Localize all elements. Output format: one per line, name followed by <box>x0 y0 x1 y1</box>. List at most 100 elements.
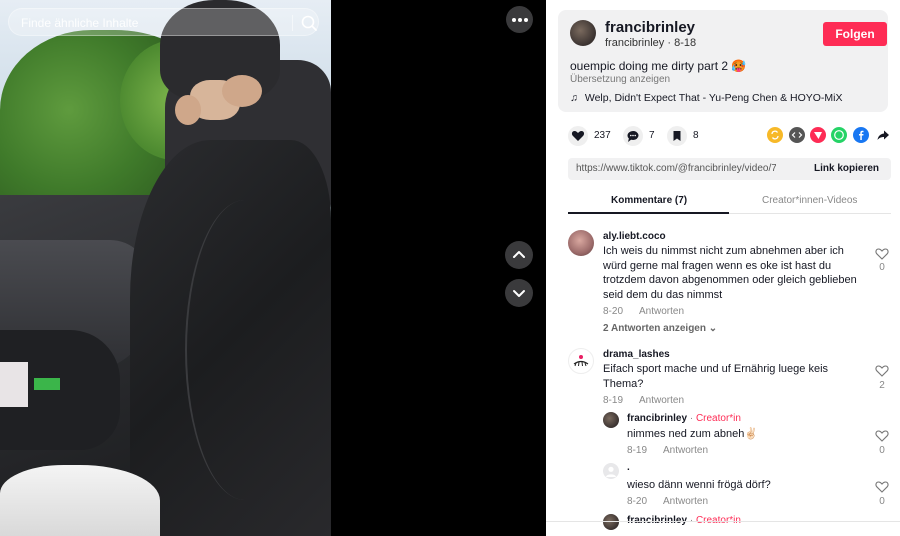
send-share-button[interactable] <box>810 127 826 143</box>
comment-icon <box>627 131 639 142</box>
lashes-logo-icon <box>573 355 589 367</box>
music-note-icon: ♫ <box>570 92 578 104</box>
comment-date: 8-19 <box>603 395 624 406</box>
save-count: 8 <box>693 130 699 141</box>
search-bar[interactable] <box>8 8 319 36</box>
more-options-button[interactable] <box>506 6 533 33</box>
video-player[interactable] <box>0 0 331 536</box>
chevron-down-icon: ⌄ <box>708 323 718 334</box>
reply-avatar[interactable] <box>603 514 619 530</box>
reply-username[interactable]: francibrinley <box>627 413 687 424</box>
translate-link[interactable]: Übersetzung anzeigen <box>570 74 670 85</box>
reply-date: 8-19 <box>627 445 648 456</box>
repost-share-button[interactable] <box>767 127 783 143</box>
author-avatar[interactable] <box>570 20 596 46</box>
reply-date: 8-20 <box>627 496 648 507</box>
video-frame-paper <box>0 362 28 407</box>
video-frame-hand <box>222 75 262 107</box>
more-dot <box>518 18 522 22</box>
comment-input-divider <box>546 521 900 522</box>
send-icon <box>810 127 826 143</box>
comment-like-icon[interactable] <box>875 364 889 377</box>
commenter-avatar[interactable] <box>568 348 594 374</box>
reply-like-icon[interactable] <box>875 429 889 442</box>
comment-text-line: seid dem du das nimmst <box>603 288 723 301</box>
share-link-url[interactable]: https://www.tiktok.com/@francibrinley/vi… <box>576 163 776 174</box>
heart-icon <box>571 131 585 141</box>
active-tab-indicator <box>568 212 729 214</box>
copy-link-button[interactable]: Link kopieren <box>814 163 879 174</box>
reply-button[interactable]: Antworten <box>663 496 708 507</box>
music-link[interactable]: ♫ Welp, Didn't Expect That - Yu-Peng Chen… <box>570 92 843 104</box>
reply-button[interactable]: Antworten <box>663 445 708 456</box>
repost-icon <box>767 127 783 143</box>
facebook-icon <box>853 127 869 143</box>
comment-username[interactable]: aly.liebt.coco <box>603 231 666 242</box>
reply-text: wieso dänn wenni frögä dörf? <box>627 479 771 491</box>
music-title: Welp, Didn't Expect That - Yu-Peng Chen … <box>584 92 843 104</box>
comment-date: 8-20 <box>603 306 624 317</box>
tab-comments[interactable]: Kommentare (7) <box>611 195 687 206</box>
reply-like-count: 0 <box>879 496 885 507</box>
reply-username[interactable]: . <box>627 462 630 473</box>
embed-icon <box>789 127 805 143</box>
search-icon[interactable] <box>299 13 319 33</box>
reply-avatar[interactable] <box>603 412 619 428</box>
more-dot <box>512 18 516 22</box>
whatsapp-share-button[interactable] <box>831 127 847 143</box>
save-circle <box>667 126 687 146</box>
reply-separator: · <box>689 413 694 424</box>
reply-button[interactable]: Antworten <box>639 306 684 317</box>
previous-video-button[interactable] <box>505 241 533 269</box>
reply-avatar[interactable] <box>603 463 619 479</box>
video-frame-bag <box>0 465 160 536</box>
like-circle <box>568 126 588 146</box>
reply-like-icon[interactable] <box>875 480 889 493</box>
bookmark-icon <box>673 131 681 141</box>
follow-button[interactable]: Folgen <box>823 22 887 46</box>
comment-text-line: trotzdem davon abgenommen oder gleich ge… <box>603 274 857 286</box>
author-name[interactable]: francibrinley <box>605 19 695 36</box>
view-replies-label: 2 Antworten anzeigen <box>603 323 706 334</box>
comment-text: Ich weis du nimmst nicht zum abnehmen ab… <box>603 244 857 302</box>
embed-share-button[interactable] <box>789 127 805 143</box>
search-input[interactable] <box>21 14 281 32</box>
chevron-up-icon <box>513 251 525 258</box>
comment-text-line: Thema? <box>603 377 644 390</box>
reply-text: nimmes ned zum abneh✌🏻 <box>627 428 759 440</box>
video-frame-seat-seam <box>185 200 305 500</box>
tab-creator-videos[interactable]: Creator*innen-Videos <box>762 195 857 206</box>
post-date: 8-18 <box>674 37 697 49</box>
reply-button[interactable]: Antworten <box>639 395 684 406</box>
reply-meta: 8-19 Antworten <box>627 445 708 456</box>
creator-badge: Creator*in <box>695 413 741 424</box>
post-info-card: francibrinley francibrinley · 8-18 Folge… <box>558 10 888 112</box>
comment-username[interactable]: drama_lashes <box>603 349 670 360</box>
search-divider <box>292 15 293 31</box>
comment-text-line: Ich weis du nimmst nicht zum abnehmen ab… <box>603 245 844 257</box>
share-link-box: https://www.tiktok.com/@francibrinley/vi… <box>568 158 891 180</box>
share-arrow-icon <box>877 130 889 140</box>
comment-text: Eifach sport mache und uf Ernährig luege… <box>603 362 828 391</box>
comment-circle <box>623 126 643 146</box>
comment-like-icon[interactable] <box>875 247 889 260</box>
more-share-button[interactable] <box>875 127 891 143</box>
video-frame-hand <box>175 95 201 125</box>
chevron-down-icon <box>513 290 525 297</box>
comment-meta: 8-19 Antworten <box>603 395 684 406</box>
like-count: 237 <box>594 130 611 141</box>
comment-text-line: würd gerne mal fragen wenn es oke ist ha… <box>603 259 832 272</box>
author-subline: francibrinley · 8-18 <box>605 37 697 49</box>
facebook-share-button[interactable] <box>853 127 869 143</box>
commenter-avatar[interactable] <box>568 230 594 256</box>
comment-count: 7 <box>649 130 655 141</box>
default-avatar-icon <box>606 466 616 477</box>
view-replies-button[interactable]: 2 Antworten anzeigen ⌄ <box>603 323 717 334</box>
post-caption: ouempic doing me dirty part 2 🥵 <box>570 59 747 73</box>
comment-meta: 8-20 Antworten <box>603 306 684 317</box>
next-video-button[interactable] <box>505 279 533 307</box>
comment-like-count: 2 <box>879 380 885 391</box>
video-frame-object <box>34 378 60 390</box>
author-handle: francibrinley <box>605 37 665 49</box>
reply-meta: 8-20 Antworten <box>627 496 708 507</box>
